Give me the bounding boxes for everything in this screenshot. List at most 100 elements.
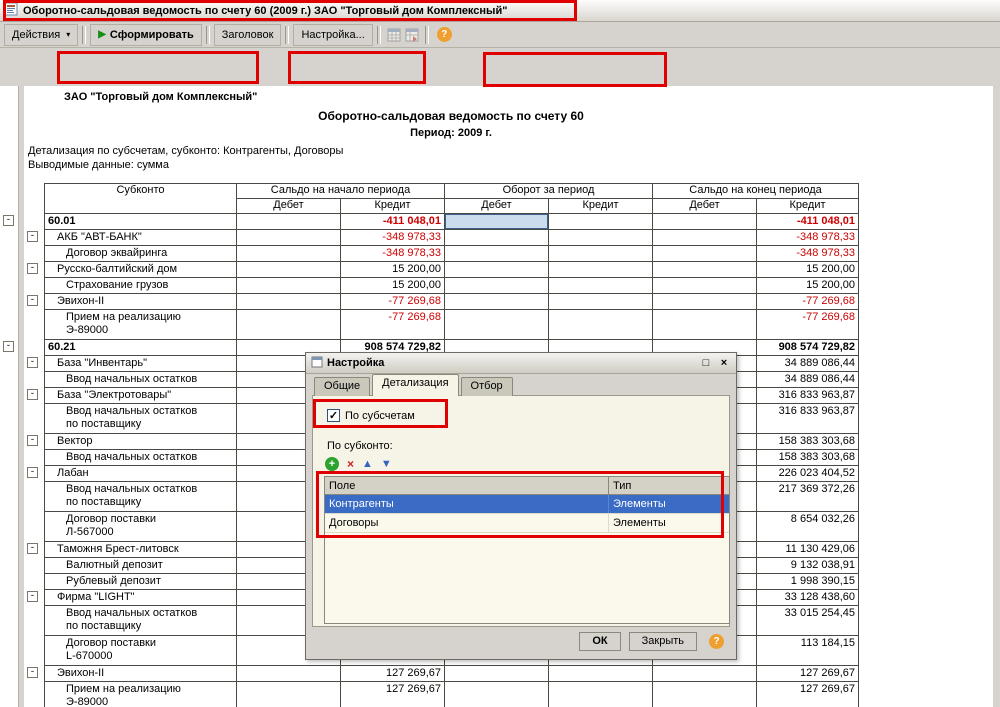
row-subconto[interactable]: Рублевый депозит: [45, 574, 237, 590]
row-subconto[interactable]: Фирма "LIGHT": [45, 590, 237, 606]
col-turnover[interactable]: Оборот за период: [445, 184, 653, 199]
table-row[interactable]: Русско-балтийский дом15 200,0015 200,00: [45, 262, 859, 278]
table-row[interactable]: Договор эквайринга-348 978,33-348 978,33: [45, 246, 859, 262]
row-cell-ed[interactable]: [653, 682, 757, 707]
row-cell-ec[interactable]: 33 128 438,60: [757, 590, 859, 606]
close-button[interactable]: Закрыть: [629, 632, 697, 651]
restore-values-icon[interactable]: [385, 26, 403, 44]
row-cell-oc[interactable]: [549, 294, 653, 310]
row-cell-oc[interactable]: [549, 246, 653, 262]
row-subconto[interactable]: База "Инвентарь": [45, 356, 237, 372]
row-cell-sc[interactable]: 15 200,00: [341, 262, 445, 278]
subconto-grid-row[interactable]: КонтрагентыЭлементы: [325, 495, 729, 514]
table-row[interactable]: Прием на реализациюЭ-89000-77 269,68-77 …: [45, 310, 859, 340]
table-row[interactable]: Страхование грузов15 200,0015 200,00: [45, 278, 859, 294]
collapse-group-icon[interactable]: -: [3, 215, 14, 226]
row-cell-ed[interactable]: [653, 262, 757, 278]
row-subconto[interactable]: Прием на реализациюЭ-89000: [45, 310, 237, 340]
collapse-group-icon[interactable]: -: [27, 467, 38, 478]
row-cell-sc[interactable]: 127 269,67: [341, 682, 445, 707]
settings-button[interactable]: Настройка...: [293, 24, 372, 46]
table-row[interactable]: Эвихон-II-77 269,68-77 269,68: [45, 294, 859, 310]
row-cell-od[interactable]: [445, 682, 549, 707]
col-debit[interactable]: Дебет: [445, 199, 549, 214]
collapse-group-icon[interactable]: -: [27, 357, 38, 368]
row-cell-ec[interactable]: 9 132 038,91: [757, 558, 859, 574]
row-cell-ec[interactable]: 33 015 254,45: [757, 606, 859, 636]
row-cell-od[interactable]: [445, 666, 549, 682]
row-cell-sc[interactable]: 127 269,67: [341, 666, 445, 682]
row-cell-oc[interactable]: [549, 230, 653, 246]
move-up-icon[interactable]: ▲: [362, 458, 373, 470]
row-cell-ec[interactable]: 316 833 963,87: [757, 388, 859, 404]
collapse-group-icon[interactable]: -: [27, 591, 38, 602]
row-cell-ed[interactable]: [653, 214, 757, 230]
delete-row-icon[interactable]: ×: [347, 457, 354, 471]
grid-cell-type[interactable]: Элементы: [608, 495, 729, 513]
row-cell-oc[interactable]: [549, 214, 653, 230]
row-cell-sd[interactable]: [237, 262, 341, 278]
row-subconto[interactable]: АКБ "АВТ-БАНК": [45, 230, 237, 246]
row-cell-sd[interactable]: [237, 214, 341, 230]
row-cell-oc[interactable]: [549, 682, 653, 707]
grid-col-field[interactable]: Поле: [325, 480, 608, 492]
row-cell-ec[interactable]: 316 833 963,87: [757, 404, 859, 434]
row-cell-od[interactable]: [445, 246, 549, 262]
table-row[interactable]: 60.01-411 048,01-411 048,01: [45, 214, 859, 230]
row-cell-sc[interactable]: -348 978,33: [341, 246, 445, 262]
row-cell-ec[interactable]: 217 369 372,26: [757, 482, 859, 512]
col-credit[interactable]: Кредит: [549, 199, 653, 214]
row-cell-ed[interactable]: [653, 666, 757, 682]
collapse-group-icon[interactable]: -: [27, 263, 38, 274]
row-cell-sd[interactable]: [237, 278, 341, 294]
row-cell-oc[interactable]: [549, 310, 653, 340]
row-cell-sd[interactable]: [237, 666, 341, 682]
row-cell-oc[interactable]: [549, 278, 653, 294]
row-cell-ec[interactable]: 127 269,67: [757, 666, 859, 682]
tab-filter[interactable]: Отбор: [461, 377, 513, 396]
row-cell-od[interactable]: [445, 294, 549, 310]
row-cell-sc[interactable]: -411 048,01: [341, 214, 445, 230]
collapse-group-icon[interactable]: -: [27, 295, 38, 306]
collapse-group-icon[interactable]: -: [27, 667, 38, 678]
row-cell-ec[interactable]: -77 269,68: [757, 310, 859, 340]
add-row-icon[interactable]: +: [325, 457, 339, 471]
collapse-group-icon[interactable]: -: [3, 341, 14, 352]
row-subconto[interactable]: Лабан: [45, 466, 237, 482]
row-cell-ec[interactable]: 34 889 086,44: [757, 356, 859, 372]
save-values-icon[interactable]: [403, 26, 421, 44]
collapse-group-icon[interactable]: -: [27, 231, 38, 242]
row-cell-ec[interactable]: 15 200,00: [757, 262, 859, 278]
table-row[interactable]: Прием на реализациюЭ-89000127 269,67127 …: [45, 682, 859, 707]
row-cell-sd[interactable]: [237, 230, 341, 246]
row-cell-ec[interactable]: 1 998 390,15: [757, 574, 859, 590]
col-subconto[interactable]: Субконто: [45, 184, 237, 214]
col-debit[interactable]: Дебет: [653, 199, 757, 214]
row-cell-ed[interactable]: [653, 230, 757, 246]
row-cell-ed[interactable]: [653, 310, 757, 340]
row-cell-ec[interactable]: 158 383 303,68: [757, 450, 859, 466]
grid-col-type[interactable]: Тип: [608, 477, 729, 494]
table-row[interactable]: АКБ "АВТ-БАНК"-348 978,33-348 978,33: [45, 230, 859, 246]
row-cell-sd[interactable]: [237, 682, 341, 707]
row-cell-ec[interactable]: 11 130 429,06: [757, 542, 859, 558]
col-credit[interactable]: Кредит: [341, 199, 445, 214]
row-cell-oc[interactable]: [549, 262, 653, 278]
grid-cell-field[interactable]: Договоры: [325, 517, 608, 529]
collapse-group-icon[interactable]: -: [27, 435, 38, 446]
collapse-group-icon[interactable]: -: [27, 389, 38, 400]
row-subconto[interactable]: Договор эквайринга: [45, 246, 237, 262]
row-subconto[interactable]: Вектор: [45, 434, 237, 450]
header-button[interactable]: Заголовок: [214, 24, 282, 46]
row-subconto[interactable]: Эвихон-II: [45, 294, 237, 310]
row-subconto[interactable]: Ввод начальных остатковпо поставщику: [45, 404, 237, 434]
tab-detail[interactable]: Детализация: [372, 374, 458, 396]
tab-general[interactable]: Общие: [314, 377, 370, 396]
row-subconto[interactable]: 60.21: [45, 340, 237, 356]
window-titlebar[interactable]: Оборотно-сальдовая ведомость по счету 60…: [0, 0, 1000, 22]
row-cell-ec[interactable]: 226 023 404,52: [757, 466, 859, 482]
row-cell-ed[interactable]: [653, 278, 757, 294]
col-end-balance[interactable]: Сальдо на конец периода: [653, 184, 859, 199]
row-cell-ec[interactable]: 34 889 086,44: [757, 372, 859, 388]
grid-cell-field[interactable]: Контрагенты: [325, 498, 608, 510]
